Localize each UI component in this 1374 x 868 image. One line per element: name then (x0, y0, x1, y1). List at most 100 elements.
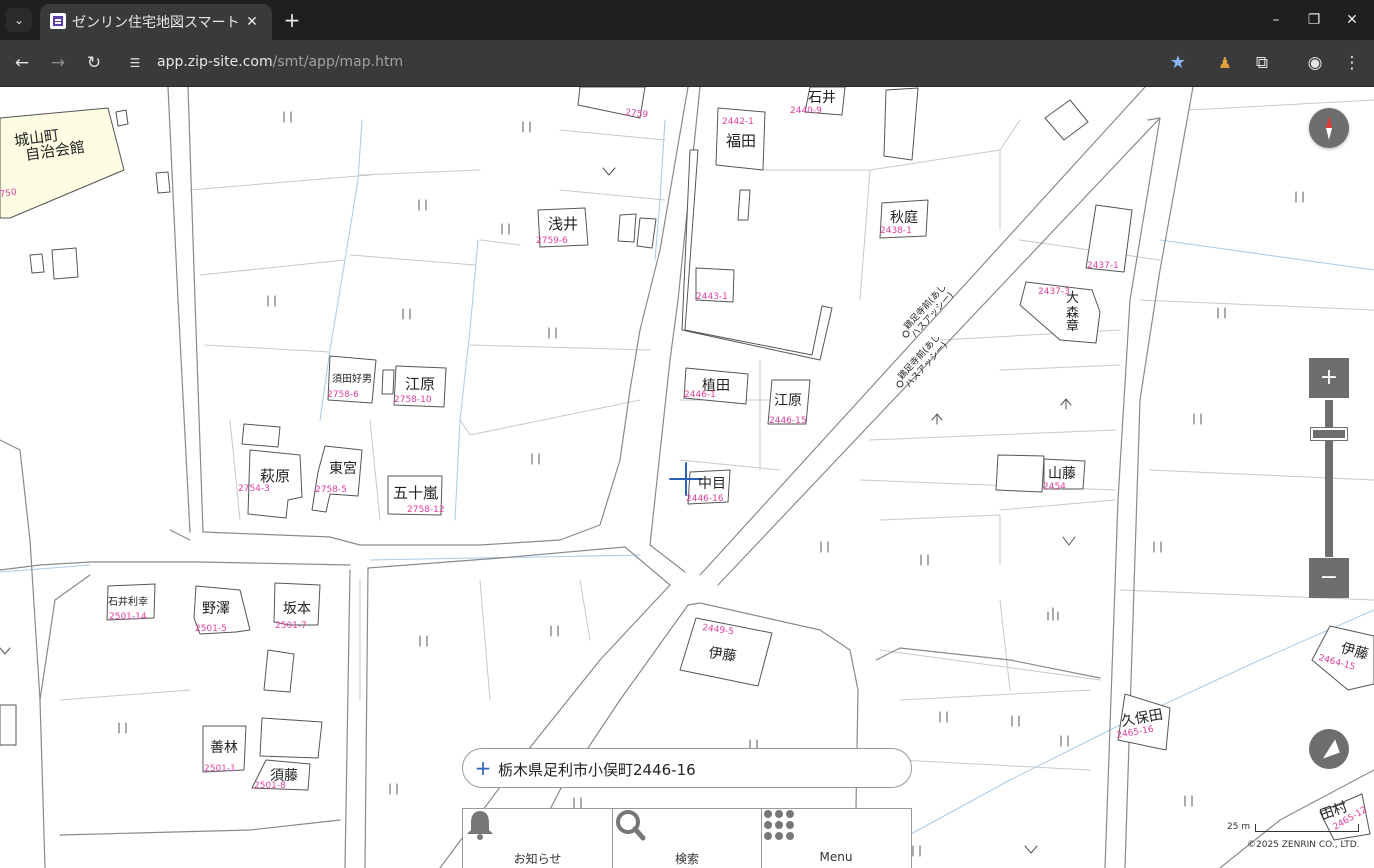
tab-search-button[interactable]: ⌄ (6, 8, 32, 32)
parcel-boundary (1119, 99, 1374, 601)
parcel-number-label: 2440-9 (790, 106, 822, 116)
extensions-puzzle-icon[interactable]: ⧉ (1249, 50, 1275, 76)
scale-label: 25 m (1227, 822, 1251, 832)
search-label: 検索 (674, 852, 699, 866)
browser-menu-icon[interactable]: ⋮ (1339, 50, 1365, 76)
tab-title: ゼンリン住宅地図スマート (72, 15, 240, 31)
search-icon (616, 810, 646, 841)
resident-name-label: 須田好男 (332, 373, 372, 385)
road-edge (59, 819, 341, 836)
address-display[interactable]: + 栃木県足利市小俣町2446-16 (462, 748, 912, 788)
notice-button[interactable]: お知らせ (463, 809, 612, 868)
parcel-number-label: 2759 (625, 108, 649, 120)
parcel-number-label: 2758-10 (394, 395, 432, 405)
parcel-boundary (459, 129, 666, 436)
parcel-number-label: 2501-14 (109, 612, 147, 622)
building (883, 87, 919, 161)
parcel-boundary (879, 599, 1101, 771)
parcel-number-label: 2758-6 (327, 390, 359, 400)
parcel-number-label: 2442-1 (722, 117, 754, 127)
resident-name-label: 坂本 (283, 601, 311, 617)
active-tab[interactable]: ゼンリン住宅地図スマート ✕ (40, 4, 272, 40)
url-path: /smt/app/map.htm (272, 54, 404, 70)
field-symbol (1153, 191, 1304, 553)
parcel-number-label: 2443-1 (696, 292, 728, 302)
building-jichikaikan (0, 107, 125, 219)
building-tomiya (311, 445, 363, 513)
grid-menu-icon (764, 810, 794, 840)
resident-name-label: 山藤 (1048, 466, 1076, 482)
parcel-number-label: 2446-1 (684, 390, 716, 400)
incognito-agent-icon[interactable]: ♟ (1212, 50, 1238, 76)
address-bar[interactable]: ☰ app.zip-site.com/smt/app/map.htm ★ (118, 46, 1206, 80)
menu-label: Menu (819, 850, 853, 864)
bus-stop-icon (896, 380, 904, 388)
parcel-number-label: 2501-5 (195, 624, 227, 634)
parcel-number-label: 2759-6 (536, 236, 568, 246)
profile-avatar-icon[interactable]: ◉ (1302, 50, 1328, 76)
zenrin-favicon-icon (50, 13, 66, 29)
parcel-number-label: 2754-3 (238, 484, 270, 494)
new-tab-button[interactable]: + (280, 8, 304, 32)
building (381, 369, 395, 395)
field-symbol (931, 398, 1072, 425)
resident-name-label: 野澤 (202, 601, 230, 617)
zoom-slider-track[interactable] (1325, 400, 1333, 557)
notice-label: お知らせ (513, 852, 562, 866)
zoom-out-button[interactable]: − (1309, 558, 1349, 598)
building-outline (681, 149, 833, 361)
parcel-number-label: 2501-8 (254, 781, 286, 791)
road-edge (1124, 87, 1194, 868)
resident-name-label: 福田 (726, 132, 756, 150)
resident-name-label: 石井 (808, 90, 836, 106)
water-channel (1159, 239, 1374, 271)
map-canvas[interactable]: 城山町 自治会館 750 浅井 2759-6 2759 須田好男 2758-6 江原 2758-1… (0, 87, 1374, 868)
building (115, 109, 129, 127)
resident-name-label: 石井利幸 (108, 595, 148, 608)
road-edge (367, 546, 671, 586)
resident-name-label: 五十嵐 (393, 484, 438, 502)
site-info-icon[interactable]: ☰ (126, 54, 144, 72)
url-host: app.zip-site.com (157, 54, 273, 70)
back-arrow-icon[interactable]: ← (9, 50, 35, 76)
current-location-icon[interactable] (1309, 729, 1349, 769)
road-edge (39, 574, 91, 701)
building (0, 704, 17, 746)
parcel-number-label: 2454 (1043, 482, 1066, 492)
resident-name-label: 秋庭 (890, 209, 918, 226)
road-edge (169, 529, 191, 541)
zoom-in-button[interactable]: + (1309, 358, 1349, 398)
water-channel (654, 119, 666, 261)
zoom-slider-handle[interactable] (1311, 428, 1347, 440)
url-text: app.zip-site.com/smt/app/map.htm (157, 54, 403, 70)
restore-icon[interactable]: ❐ (1302, 8, 1326, 32)
road-edge (364, 567, 369, 868)
close-window-icon[interactable]: ✕ (1340, 8, 1364, 32)
compass-north-icon[interactable] (1309, 108, 1349, 148)
scale-bar (1255, 824, 1359, 832)
copyright-text: ©2025 ZENRIN CO., LTD. (1247, 840, 1360, 850)
browser-toolbar: ← → ↻ ☰ app.zip-site.com/smt/app/map.htm… (0, 40, 1374, 87)
building (995, 454, 1045, 493)
address-text: 栃木県足利市小俣町2446-16 (498, 761, 696, 779)
minimize-icon[interactable]: – (1264, 8, 1288, 32)
search-button[interactable]: 検索 (612, 809, 761, 868)
forward-arrow-icon[interactable]: → (45, 50, 71, 76)
building (617, 213, 637, 243)
resident-name-label: 中目 (698, 476, 726, 492)
resident-name-label: 江原 (405, 375, 435, 393)
resident-name-label: 江原 (774, 393, 802, 409)
road-edge (875, 647, 1101, 679)
resident-name-label: 東宮 (329, 461, 357, 477)
bus-stop-icon (902, 330, 910, 338)
menu-button[interactable]: Menu (761, 809, 910, 868)
road-edge (187, 87, 204, 533)
road-edge (0, 439, 46, 868)
bookmark-star-icon[interactable]: ★ (1170, 52, 1186, 73)
road-edge (344, 569, 351, 868)
resident-name-label: 大 (1066, 291, 1079, 306)
resident-name-label: 善林 (210, 740, 238, 756)
parcel-number-label: 2446-16 (686, 494, 724, 504)
close-tab-icon[interactable]: ✕ (242, 12, 262, 32)
reload-icon[interactable]: ↻ (81, 50, 107, 76)
